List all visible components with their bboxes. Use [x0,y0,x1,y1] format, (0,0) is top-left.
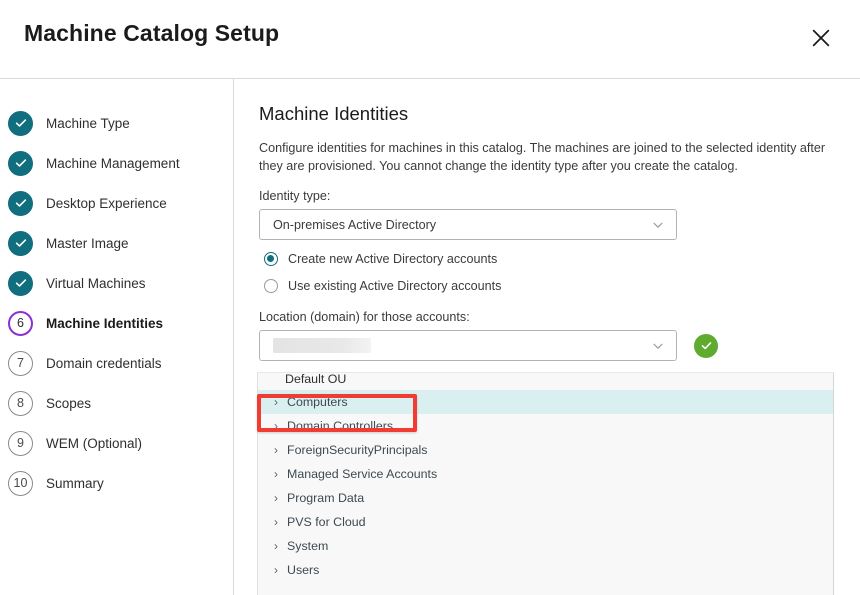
check-circle-icon [694,334,718,358]
identity-type-select[interactable]: On-premises Active Directory [259,209,677,240]
sidebar-step-label: Machine Management [46,156,180,171]
ou-tree-item[interactable]: ›Domain Controllers [258,414,833,438]
sidebar-step-label: Machine Identities [46,316,163,331]
step-complete-check-icon [8,231,33,256]
sidebar-step-virtual-machines[interactable]: Virtual Machines [0,263,233,303]
sidebar-step-machine-identities[interactable]: 6 Machine Identities [0,303,233,343]
step-complete-check-icon [8,111,33,136]
sidebar-step-label: Machine Type [46,116,130,131]
chevron-right-icon[interactable]: › [274,420,287,432]
wizard-steps-sidebar: Machine Type Machine Management Desktop Ex… [0,79,234,595]
ou-tree-item-label: Managed Service Accounts [287,467,437,481]
chevron-right-icon[interactable]: › [274,540,287,552]
sidebar-step-label: Scopes [46,396,91,411]
close-button[interactable] [800,18,842,60]
sidebar-step-label: Domain credentials [46,356,162,371]
page-title: Machine Identities [259,103,860,125]
sidebar-step-machine-type[interactable]: Machine Type [0,103,233,143]
sidebar-step-machine-management[interactable]: Machine Management [0,143,233,183]
chevron-right-icon[interactable]: › [274,564,287,576]
sidebar-step-label: Desktop Experience [46,196,167,211]
ou-tree-item-label: Computers [287,395,348,409]
page-description: Configure identities for machines in thi… [259,140,832,175]
radio-label: Create new Active Directory accounts [288,252,497,266]
dialog-header: Machine Catalog Setup [0,0,860,79]
sidebar-step-label: Master Image [46,236,129,251]
sidebar-step-domain-credentials[interactable]: 7 Domain credentials [0,343,233,383]
radio-option-create-new[interactable]: Create new Active Directory accounts [259,247,860,271]
ou-tree-item[interactable]: ›Computers [258,390,833,414]
step-number-badge: 6 [8,311,33,336]
machine-catalog-setup-dialog: Machine Catalog Setup Machine TypeMachin… [0,0,860,595]
location-domain-select[interactable] [259,330,677,361]
ou-tree-item[interactable]: ›PVS for Cloud [258,510,833,534]
close-icon [810,27,832,52]
ou-tree-item[interactable]: ›System [258,534,833,558]
step-complete-check-icon [8,191,33,216]
sidebar-step-desktop-experience[interactable]: Desktop Experience [0,183,233,223]
account-mode-radio-group: Create new Active Directory accounts Use … [259,247,860,298]
ou-tree-item[interactable]: ›Program Data [258,486,833,510]
identity-type-label: Identity type: [259,189,860,203]
identity-type-value: On-premises Active Directory [273,218,436,232]
sidebar-step-scopes[interactable]: 8 Scopes [0,383,233,423]
dialog-title: Machine Catalog Setup [24,20,279,47]
ou-tree-item-label: System [287,539,328,553]
ou-tree-item[interactable]: Default OU [258,372,833,390]
sidebar-step-label: Virtual Machines [46,276,146,291]
chevron-down-icon [651,339,665,353]
ou-tree-item[interactable]: ›Managed Service Accounts [258,462,833,486]
ou-tree-list[interactable]: Default OU›Computers›Domain Controllers›… [257,372,834,595]
step-number-badge: 8 [8,391,33,416]
sidebar-step-summary[interactable]: 10 Summary [0,463,233,503]
ou-tree-item-label: Default OU [285,372,346,386]
chevron-right-icon[interactable]: › [274,444,287,456]
ou-tree-item-label: PVS for Cloud [287,515,366,529]
location-row [259,330,860,361]
ou-tree-item[interactable]: ›Users [258,558,833,582]
sidebar-step-label: WEM (Optional) [46,436,142,451]
radio-button[interactable] [264,279,278,293]
step-complete-check-icon [8,151,33,176]
ou-tree-item-label: Program Data [287,491,364,505]
ou-tree-item[interactable]: ›ForeignSecurityPrincipals [258,438,833,462]
location-domain-value-redacted [273,338,371,353]
radio-label: Use existing Active Directory accounts [288,279,501,293]
step-number-badge: 9 [8,431,33,456]
sidebar-step-label: Summary [46,476,104,491]
sidebar-step-wem-optional[interactable]: 9 WEM (Optional) [0,423,233,463]
chevron-down-icon [651,218,665,232]
radio-button[interactable] [264,252,278,266]
location-label: Location (domain) for those accounts: [259,310,860,324]
chevron-right-icon[interactable]: › [274,492,287,504]
chevron-right-icon[interactable]: › [274,516,287,528]
sidebar-step-master-image[interactable]: Master Image [0,223,233,263]
ou-tree-item-label: ForeignSecurityPrincipals [287,443,427,457]
ou-tree-item-label: Users [287,563,319,577]
step-complete-check-icon [8,271,33,296]
step-number-badge: 10 [8,471,33,496]
step-number-badge: 7 [8,351,33,376]
chevron-right-icon[interactable]: › [274,468,287,480]
ou-tree-item-label: Domain Controllers [287,419,393,433]
radio-option-use-existing[interactable]: Use existing Active Directory accounts [259,274,860,298]
chevron-right-icon[interactable]: › [274,396,287,408]
